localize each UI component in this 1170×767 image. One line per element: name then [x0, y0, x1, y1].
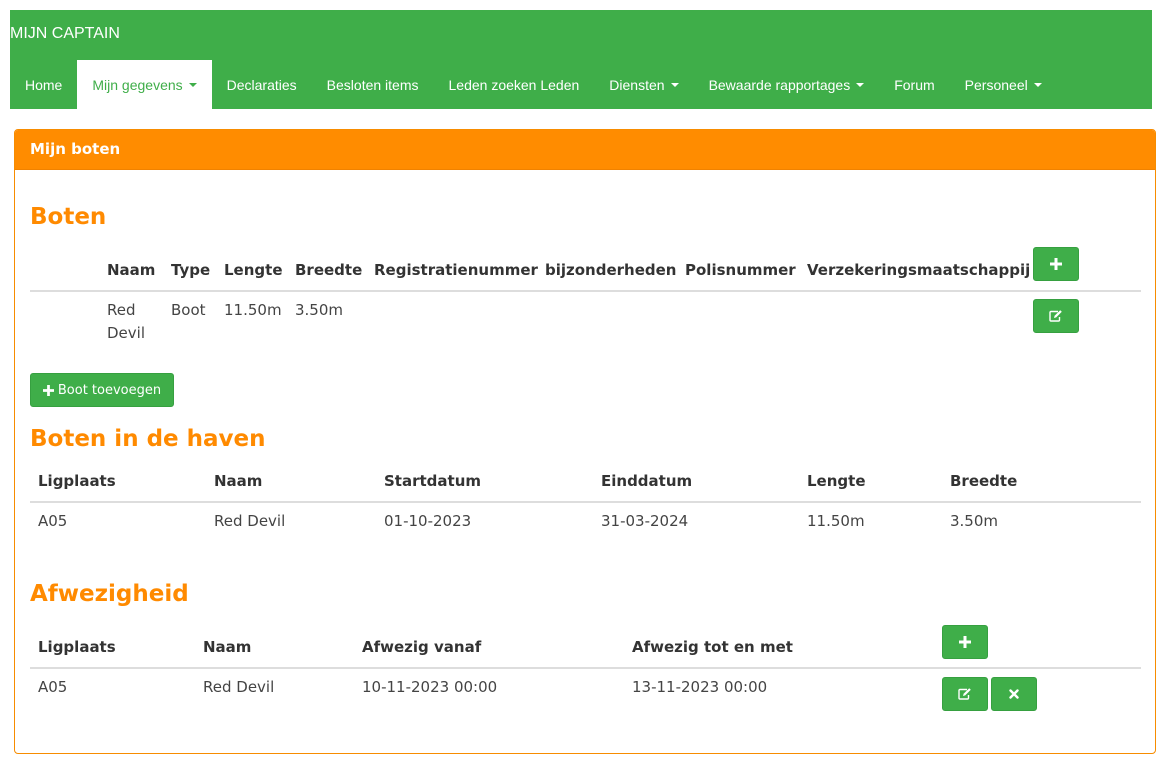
panel-heading: Mijn boten — [15, 130, 1155, 170]
column-header-naam: Naam — [203, 638, 252, 656]
column-header-einddatum: Einddatum — [601, 472, 693, 490]
plus-icon — [959, 636, 971, 648]
cell-breedte: 3.50m — [950, 512, 999, 530]
nav-item-label: Personeel — [964, 76, 1028, 93]
nav-item-label: Leden zoeken Leden — [448, 76, 580, 93]
column-header-polisnummer: Polisnummer — [685, 261, 796, 279]
panel-title: Mijn boten — [30, 140, 121, 158]
edit-icon — [958, 688, 971, 700]
nav-item-bewaarde-rapportages[interactable]: Bewaarde rapportages — [694, 60, 880, 109]
column-header-ligplaats: Ligplaats — [38, 638, 116, 656]
nav-item-leden-zoeken[interactable]: Leden zoeken Leden — [434, 60, 595, 109]
edit-icon — [1049, 310, 1062, 322]
table-header-divider — [30, 667, 1141, 669]
column-header-lengte: Lengte — [807, 472, 866, 490]
add-boat-button[interactable] — [1033, 247, 1079, 281]
nav-item-mijn-gegevens[interactable]: Mijn gegevens — [77, 60, 212, 109]
column-header-afwezig-vanaf: Afwezig vanaf — [362, 638, 482, 656]
section-heading-haven: Boten in de haven — [30, 426, 266, 452]
nav-item-besloten-items[interactable]: Besloten items — [312, 60, 434, 109]
column-header-type: Type — [171, 261, 211, 279]
cell-naam: Red Devil — [214, 512, 286, 530]
cell-ligplaats: A05 — [38, 512, 68, 530]
table-header-divider — [30, 290, 1141, 292]
cell-breedte: 3.50m — [295, 301, 344, 319]
caret-down-icon — [1033, 82, 1042, 87]
top-navbar: MIJN CAPTAIN Home Mijn gegevens Declarat… — [10, 10, 1152, 109]
cell-afwezig-tot: 13-11-2023 00:00 — [632, 678, 768, 696]
edit-boat-button[interactable] — [1033, 299, 1079, 333]
caret-down-icon — [670, 82, 679, 87]
column-header-naam: Naam — [107, 261, 156, 279]
cell-naam-continued: Devil — [107, 324, 145, 342]
caret-down-icon — [856, 82, 865, 87]
boats-panel: Mijn boten Boten Naam Type Lengte Breedt… — [14, 129, 1156, 754]
cell-afwezig-vanaf: 10-11-2023 00:00 — [362, 678, 498, 696]
nav-item-label: Forum — [894, 76, 935, 93]
nav-item-label: Declaraties — [226, 76, 297, 93]
cell-einddatum: 31-03-2024 — [601, 512, 689, 530]
cell-lengte: 11.50m — [224, 301, 282, 319]
column-header-startdatum: Startdatum — [384, 472, 482, 490]
section-heading-afwezigheid: Afwezigheid — [30, 581, 189, 607]
nav-item-forum[interactable]: Forum — [879, 60, 949, 109]
column-header-breedte: Breedte — [295, 261, 363, 279]
edit-absence-button[interactable] — [942, 677, 988, 711]
cell-lengte: 11.50m — [807, 512, 865, 530]
nav-item-label: Home — [25, 76, 63, 93]
nav-item-declaraties[interactable]: Declaraties — [212, 60, 312, 109]
add-absence-button[interactable] — [942, 625, 988, 659]
table-header-divider — [30, 501, 1141, 503]
column-header-registratienummer: Registratienummer — [374, 261, 538, 279]
section-heading-boten: Boten — [30, 204, 107, 230]
column-header-verzekeringsmaatschappij: Verzekeringsmaatschappij — [807, 261, 1031, 279]
brand-title[interactable]: MIJN CAPTAIN — [10, 25, 120, 43]
nav-item-home[interactable]: Home — [10, 60, 77, 109]
cell-naam: Red Devil — [203, 678, 275, 696]
close-icon — [1009, 689, 1019, 699]
nav-item-label: Bewaarde rapportages — [708, 76, 851, 93]
nav-item-label: Mijn gegevens — [92, 76, 183, 93]
cell-startdatum: 01-10-2023 — [384, 512, 472, 530]
cell-naam: Red — [107, 301, 136, 319]
plus-icon — [1050, 258, 1062, 270]
column-header-naam: Naam — [214, 472, 263, 490]
column-header-breedte: Breedte — [950, 472, 1018, 490]
nav-item-personeel[interactable]: Personeel — [950, 60, 1057, 109]
delete-absence-button[interactable] — [991, 677, 1037, 711]
nav-item-diensten[interactable]: Diensten — [594, 60, 693, 109]
caret-down-icon — [188, 82, 197, 87]
plus-icon — [42, 384, 54, 396]
cell-ligplaats: A05 — [38, 678, 68, 696]
nav-item-label: Diensten — [609, 76, 665, 93]
column-header-lengte: Lengte — [224, 261, 283, 279]
nav-item-label: Besloten items — [326, 76, 419, 93]
nav-menu: Home Mijn gegevens Declaraties Besloten … — [10, 60, 1057, 109]
column-header-bijzonderheden: bijzonderheden — [545, 261, 677, 279]
column-header-afwezig-tot: Afwezig tot en met — [632, 638, 793, 656]
cell-type: Boot — [171, 301, 206, 319]
column-header-ligplaats: Ligplaats — [38, 472, 116, 490]
add-boat-text-button[interactable]: Boot toevoegen — [30, 373, 174, 407]
add-boat-label: Boot toevoegen — [57, 382, 162, 398]
